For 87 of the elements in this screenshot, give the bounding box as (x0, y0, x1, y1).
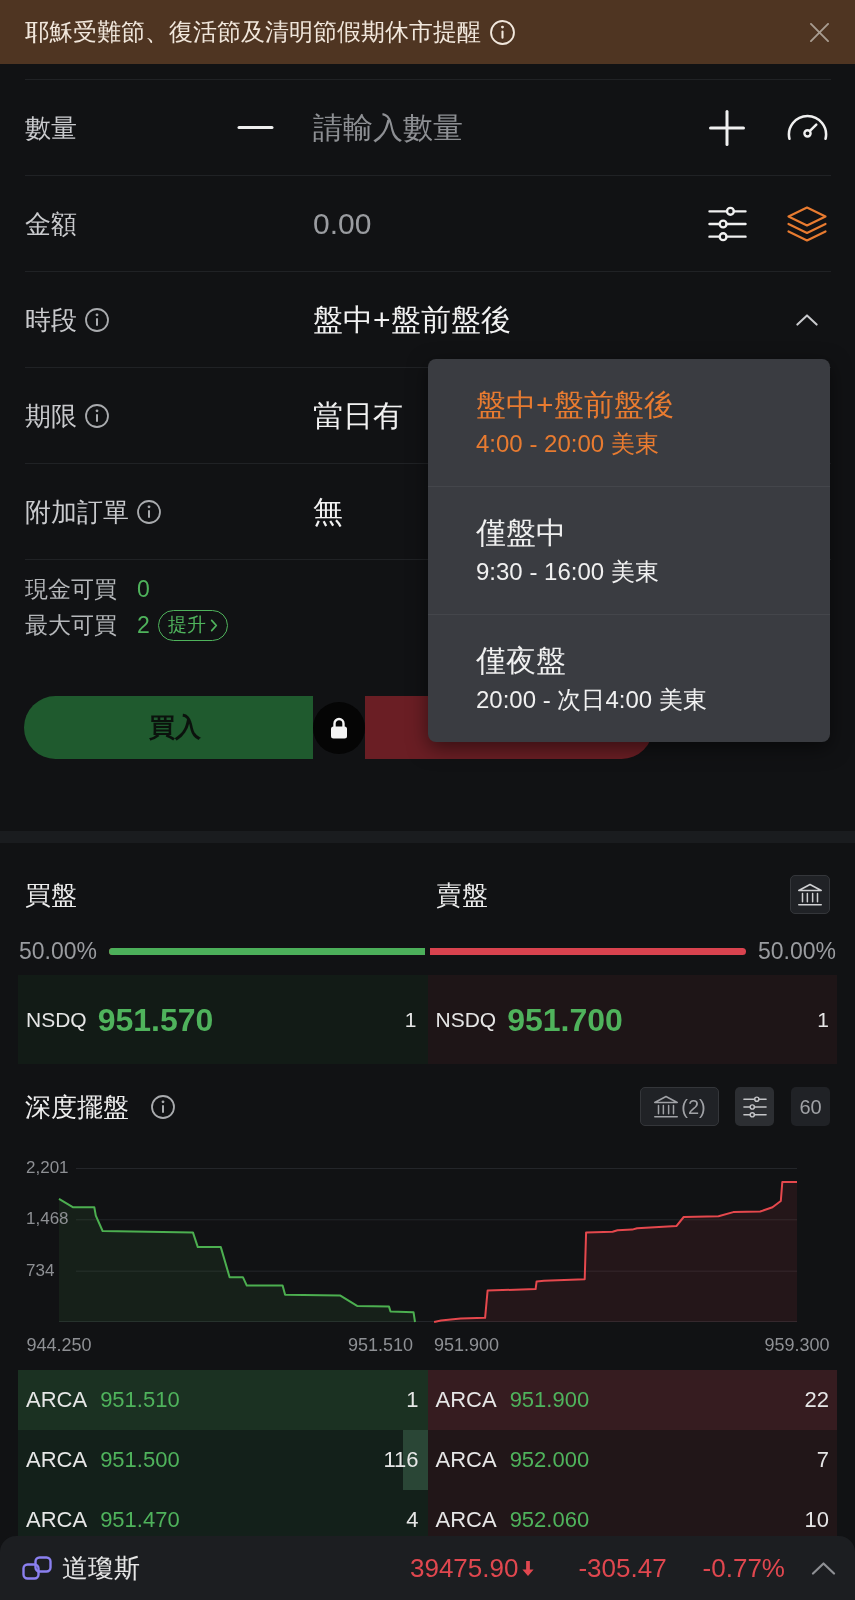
layers-icon[interactable] (787, 205, 827, 242)
lock-icon (313, 701, 365, 754)
plus-icon[interactable] (709, 109, 745, 146)
buying-power-label: 現金可買 (25, 575, 118, 603)
field-label: 數量 (25, 112, 77, 143)
ask-share-text: 50.00% (758, 939, 836, 963)
order-size: 1 (817, 1006, 829, 1033)
chevron-right-icon (209, 618, 218, 632)
option-title: 僅夜盤 (476, 643, 566, 679)
quantity-input[interactable]: 請輸入數量 (313, 107, 699, 148)
sliders-icon[interactable] (708, 205, 747, 242)
exchange-code: NSDQ (26, 1006, 87, 1033)
dropdown-value[interactable]: 當日有 (313, 397, 403, 434)
field-label: 期限 (25, 399, 77, 432)
price-level: 952.000 (509, 1446, 590, 1474)
exchange-code: ARCA (26, 1446, 88, 1474)
index-change-percent: -0.77% (702, 1552, 785, 1584)
order-size: 22 (804, 1386, 829, 1414)
field-label: 金額 (25, 208, 77, 239)
close-icon[interactable] (810, 22, 829, 42)
buying-power-value: 0 (137, 575, 150, 603)
field-label: 附加訂單 (25, 495, 129, 528)
x-axis-label: 944.250 (26, 1334, 92, 1356)
field-label: 時段 (25, 303, 77, 336)
index-price: 39475.90 (409, 1552, 519, 1584)
amount-field[interactable]: 0.00 (313, 203, 698, 244)
info-icon[interactable] (85, 307, 109, 332)
bid-edge-price: 951.510 (347, 1334, 413, 1356)
y-axis-label: 2,201 (26, 1157, 69, 1179)
exchange-code: ARCA (435, 1446, 497, 1474)
y-axis-label: 734 (26, 1259, 55, 1282)
exchange-code: ARCA (435, 1386, 497, 1414)
bid-share-text: 50.00% (19, 939, 97, 963)
link-icon[interactable] (22, 1556, 52, 1580)
session-option[interactable]: 盤中+盤前盤後 4:00 - 20:00 美東 (428, 359, 830, 486)
exchange-filter-button[interactable] (790, 875, 830, 914)
price-level: 952.060 (509, 1506, 590, 1534)
y-axis-label: 1,468 (26, 1208, 69, 1231)
order-size: 1 (404, 1006, 417, 1033)
chevron-up-icon[interactable] (811, 1561, 836, 1575)
option-title: 僅盤中 (476, 515, 566, 551)
price-level: 951.900 (509, 1386, 590, 1414)
session-option[interactable]: 僅盤中 9:30 - 16:00 美東 (428, 486, 830, 614)
option-hours: 4:00 - 20:00 美東 (476, 429, 659, 459)
option-hours: 20:00 - 次日4:00 美東 (476, 685, 707, 715)
dropdown-value[interactable]: 盤中+盤前盤後 (313, 301, 511, 338)
gauge-icon[interactable] (787, 113, 828, 142)
order-size: 1 (406, 1386, 419, 1414)
order-size: 4 (406, 1506, 419, 1534)
depth-title: 深度擺盤 (25, 1090, 129, 1123)
bank-icon (653, 1094, 680, 1119)
best-bid-price: 951.570 (97, 1000, 214, 1039)
exchange-code: ARCA (435, 1506, 497, 1534)
dropdown-value[interactable]: 無 (313, 493, 343, 530)
exchange-code: NSDQ (435, 1006, 497, 1033)
ask-edge-price: 951.900 (434, 1334, 500, 1356)
price-level: 951.510 (100, 1386, 180, 1414)
sliders-icon[interactable] (742, 1095, 767, 1118)
notice-text: 耶穌受難節、復活節及清明節假期休市提醒 (25, 17, 481, 47)
index-change: -305.47 (578, 1552, 667, 1584)
price-level: 951.470 (100, 1506, 180, 1534)
index-ticker-bar[interactable]: 道瓊斯 39475.90 -305.47 -0.77% (0, 1536, 855, 1600)
bank-icon (797, 882, 823, 907)
index-name: 道瓊斯 (62, 1552, 140, 1584)
order-size: 10 (804, 1506, 829, 1534)
settings-button[interactable] (735, 1087, 774, 1126)
buying-power-label: 最大可買 (25, 611, 118, 639)
chevron-up-icon[interactable] (796, 313, 818, 326)
session-option[interactable]: 僅夜盤 20:00 - 次日4:00 美東 (428, 614, 830, 742)
info-icon[interactable] (151, 1094, 175, 1119)
exchange-code: ARCA (26, 1506, 88, 1534)
price-level: 951.500 (100, 1446, 180, 1474)
option-title: 盤中+盤前盤後 (476, 387, 674, 423)
bid-title: 買盤 (25, 878, 78, 911)
best-ask-price: 951.700 (507, 1000, 623, 1039)
info-icon[interactable] (85, 403, 109, 428)
info-icon[interactable] (137, 499, 161, 524)
exchange-count-button[interactable]: (2) (640, 1087, 719, 1126)
depth-rows-button[interactable]: 60 (791, 1087, 830, 1126)
order-size: 116 (383, 1446, 419, 1474)
order-size: 7 (816, 1446, 829, 1474)
exchange-code: ARCA (26, 1386, 88, 1414)
option-hours: 9:30 - 16:00 美東 (476, 557, 659, 587)
x-axis-label: 959.300 (764, 1334, 830, 1356)
buying-power-value: 2 (137, 611, 150, 639)
minus-icon[interactable] (237, 126, 274, 129)
ask-title: 賣盤 (436, 878, 488, 911)
